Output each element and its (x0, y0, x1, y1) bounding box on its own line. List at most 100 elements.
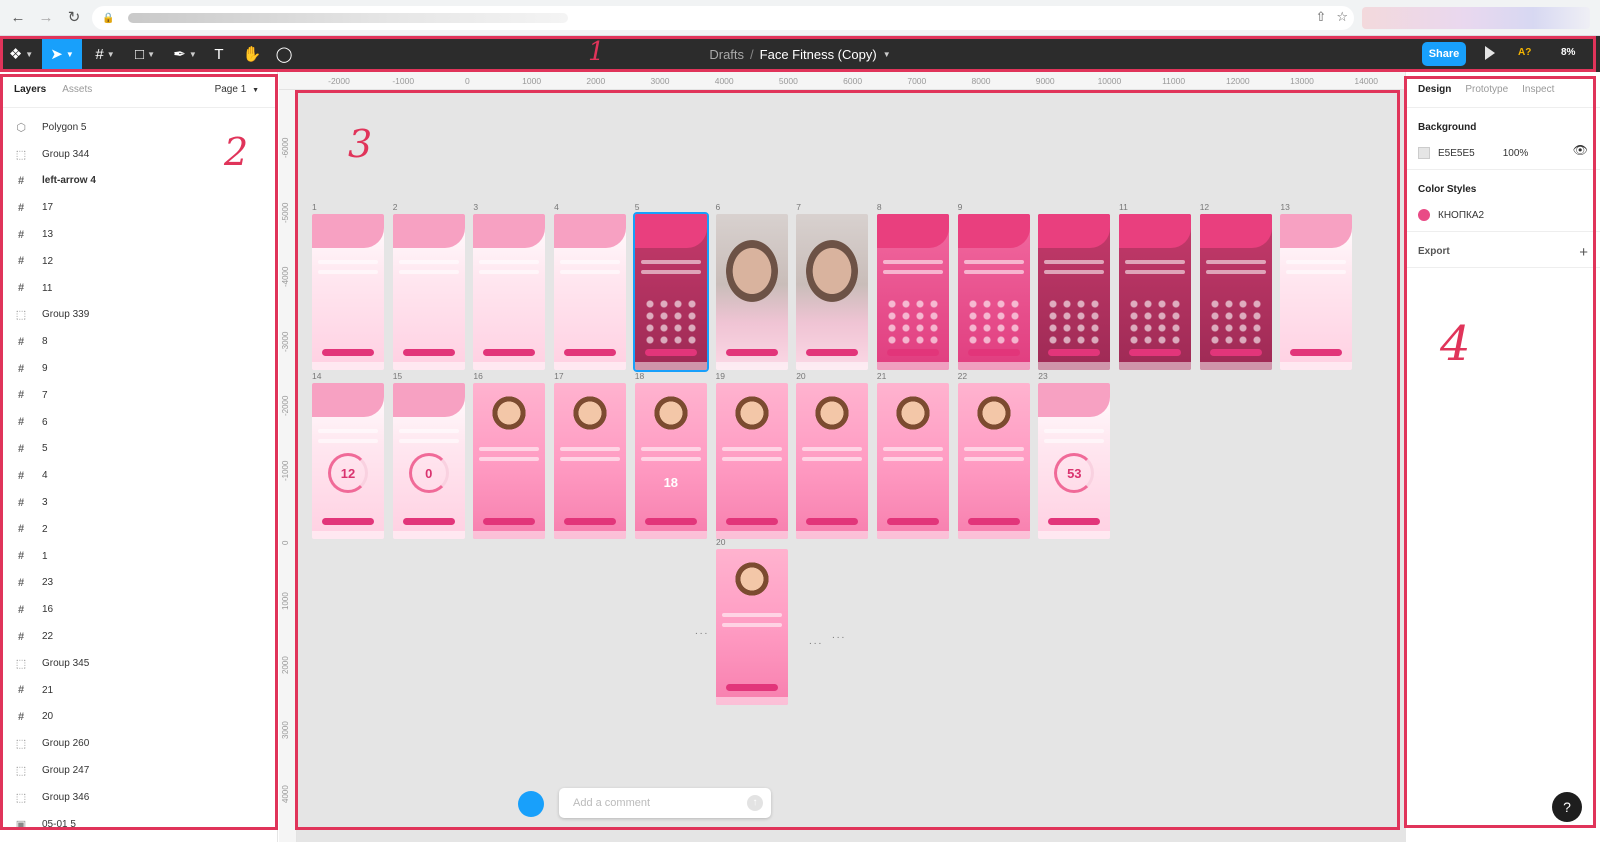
layer-item[interactable]: #9 (0, 355, 277, 382)
frame-thumbnail[interactable] (632, 212, 709, 372)
frame-thumbnail[interactable] (876, 383, 949, 539)
frame-thumbnail[interactable]: 18 (634, 383, 707, 539)
bookmark-star-icon[interactable]: ☆ (1336, 9, 1348, 25)
frame-button (402, 518, 455, 525)
help-button[interactable]: ? (1552, 792, 1582, 822)
share-page-icon[interactable]: ⇧ (1315, 9, 1326, 25)
frame-thumbnail[interactable] (1038, 214, 1111, 370)
layer-item[interactable]: #7 (0, 382, 277, 409)
zoom-level[interactable]: 8% (1561, 47, 1575, 58)
frame-thumbnail[interactable] (1199, 214, 1272, 370)
breadcrumb-drafts[interactable]: Drafts (709, 47, 744, 62)
text-line (318, 439, 378, 443)
frame-number: 20 (796, 371, 806, 381)
background-opacity[interactable]: 100% (1503, 148, 1529, 159)
text-line (398, 270, 459, 274)
frame-thumbnail[interactable] (392, 214, 465, 370)
layer-item[interactable]: ⬚ Group 260 (0, 730, 277, 757)
layer-item[interactable]: # left-arrow 4 (0, 168, 277, 195)
color-style-swatch (1418, 209, 1430, 221)
tab-layers[interactable]: Layers (14, 84, 46, 95)
background-swatch[interactable] (1418, 147, 1430, 159)
layer-item[interactable]: #17 (0, 194, 277, 221)
layer-item[interactable]: #6 (0, 409, 277, 436)
page-selector[interactable]: Page 1 ▼ (215, 84, 259, 95)
present-play-icon[interactable] (1485, 46, 1495, 60)
frame-thumbnail[interactable] (796, 383, 869, 539)
layer-item[interactable]: ⬚ Group 344 (0, 141, 277, 168)
layer-item[interactable]: #16 (0, 596, 277, 623)
layer-label: 6 (42, 416, 48, 428)
layer-item[interactable]: #13 (0, 221, 277, 248)
layer-item[interactable]: #5 (0, 436, 277, 463)
chevron-down-icon[interactable]: ▼ (883, 50, 891, 59)
frame-thumbnail[interactable] (473, 383, 546, 539)
layer-item[interactable]: #8 (0, 328, 277, 355)
ruler-tick: 1000 (281, 591, 290, 610)
layer-item[interactable]: #11 (0, 275, 277, 302)
layer-item[interactable]: ⬚ Group 247 (0, 757, 277, 784)
text-line (398, 429, 459, 433)
back-icon[interactable]: ← (8, 8, 28, 28)
tab-assets[interactable]: Assets (62, 84, 92, 95)
tab-prototype[interactable]: Prototype (1465, 84, 1508, 95)
ruler-tick: -1000 (281, 460, 290, 481)
layer-item[interactable]: ⬚ Group 346 (0, 784, 277, 811)
frame-tabbar (312, 362, 384, 370)
background-hex[interactable]: E5E5E5 (1438, 148, 1475, 159)
frame-thumbnail[interactable] (796, 214, 869, 370)
frame-button (402, 349, 455, 356)
layer-item[interactable]: #23 (0, 570, 277, 597)
layer-item[interactable]: ⬡ Polygon 5 (0, 114, 277, 141)
frame-thumbnail[interactable] (554, 383, 627, 539)
frame-icon: # (17, 255, 25, 268)
forward-icon[interactable]: → (36, 8, 56, 28)
text-line (963, 270, 1024, 274)
frame-thumbnail[interactable] (312, 214, 384, 370)
color-style-item[interactable]: КНОПКА2 (1418, 209, 1588, 221)
layer-item[interactable]: #20 (0, 704, 277, 731)
frame-thumbnail[interactable]: 12 (312, 383, 384, 539)
reload-icon[interactable]: ↻ (64, 8, 84, 28)
layer-item[interactable]: ⬚ Group 339 (0, 302, 277, 329)
browser-profile-redacted[interactable] (1362, 7, 1590, 29)
address-bar[interactable]: 🔒 ⇧ ☆ (92, 6, 1354, 30)
add-export-icon[interactable]: + (1579, 244, 1588, 261)
frame-thumbnail[interactable] (554, 214, 627, 370)
frame-thumbnail[interactable] (957, 383, 1030, 539)
layer-item[interactable]: #22 (0, 623, 277, 650)
layer-item[interactable]: #4 (0, 462, 277, 489)
frame-thumbnail[interactable] (715, 383, 788, 539)
frame-thumbnail[interactable] (1119, 214, 1191, 370)
layer-item[interactable]: #21 (0, 677, 277, 704)
layer-item[interactable]: #1 (0, 543, 277, 570)
layer-item[interactable]: #3 (0, 489, 277, 516)
frame-tabbar (957, 362, 1030, 370)
layer-item[interactable]: ⬚ Group 345 (0, 650, 277, 677)
tab-design[interactable]: Design (1418, 84, 1451, 95)
user-avatar[interactable] (518, 791, 544, 817)
tab-inspect[interactable]: Inspect (1522, 84, 1554, 95)
frame-button (886, 518, 939, 525)
frame-thumbnail[interactable] (716, 549, 788, 705)
design-canvas[interactable]: 1 2 3 4 5 6 7 8 9 11 12 13 14 12 15 0 16 17 18 18 19 20 21 22 2… (297, 90, 1405, 842)
layer-item[interactable]: ▣ 05-01 5 (0, 811, 277, 838)
frame-thumbnail[interactable] (957, 214, 1030, 370)
frame-tabbar (312, 531, 384, 539)
share-button[interactable]: Share (1422, 42, 1466, 66)
frame-icon: # (17, 362, 25, 375)
send-arrow-icon[interactable]: ↑ (747, 795, 763, 811)
layer-item[interactable]: #2 (0, 516, 277, 543)
frame-thumbnail[interactable] (473, 214, 546, 370)
file-name[interactable]: Face Fitness (Copy) (760, 47, 877, 62)
frame-thumbnail[interactable] (876, 214, 949, 370)
layer-item[interactable]: #12 (0, 248, 277, 275)
frame-thumbnail[interactable]: 0 (392, 383, 465, 539)
frame-thumbnail[interactable] (715, 214, 788, 370)
frame-thumbnail[interactable]: 53 (1038, 383, 1111, 539)
eye-icon[interactable]: 👁 (1573, 143, 1588, 157)
frame-thumbnail[interactable] (1280, 214, 1353, 370)
export-title: Export (1418, 246, 1450, 257)
accessibility-indicator[interactable]: A? (1518, 47, 1531, 58)
comment-input[interactable]: Add a comment ↑ (559, 788, 771, 818)
